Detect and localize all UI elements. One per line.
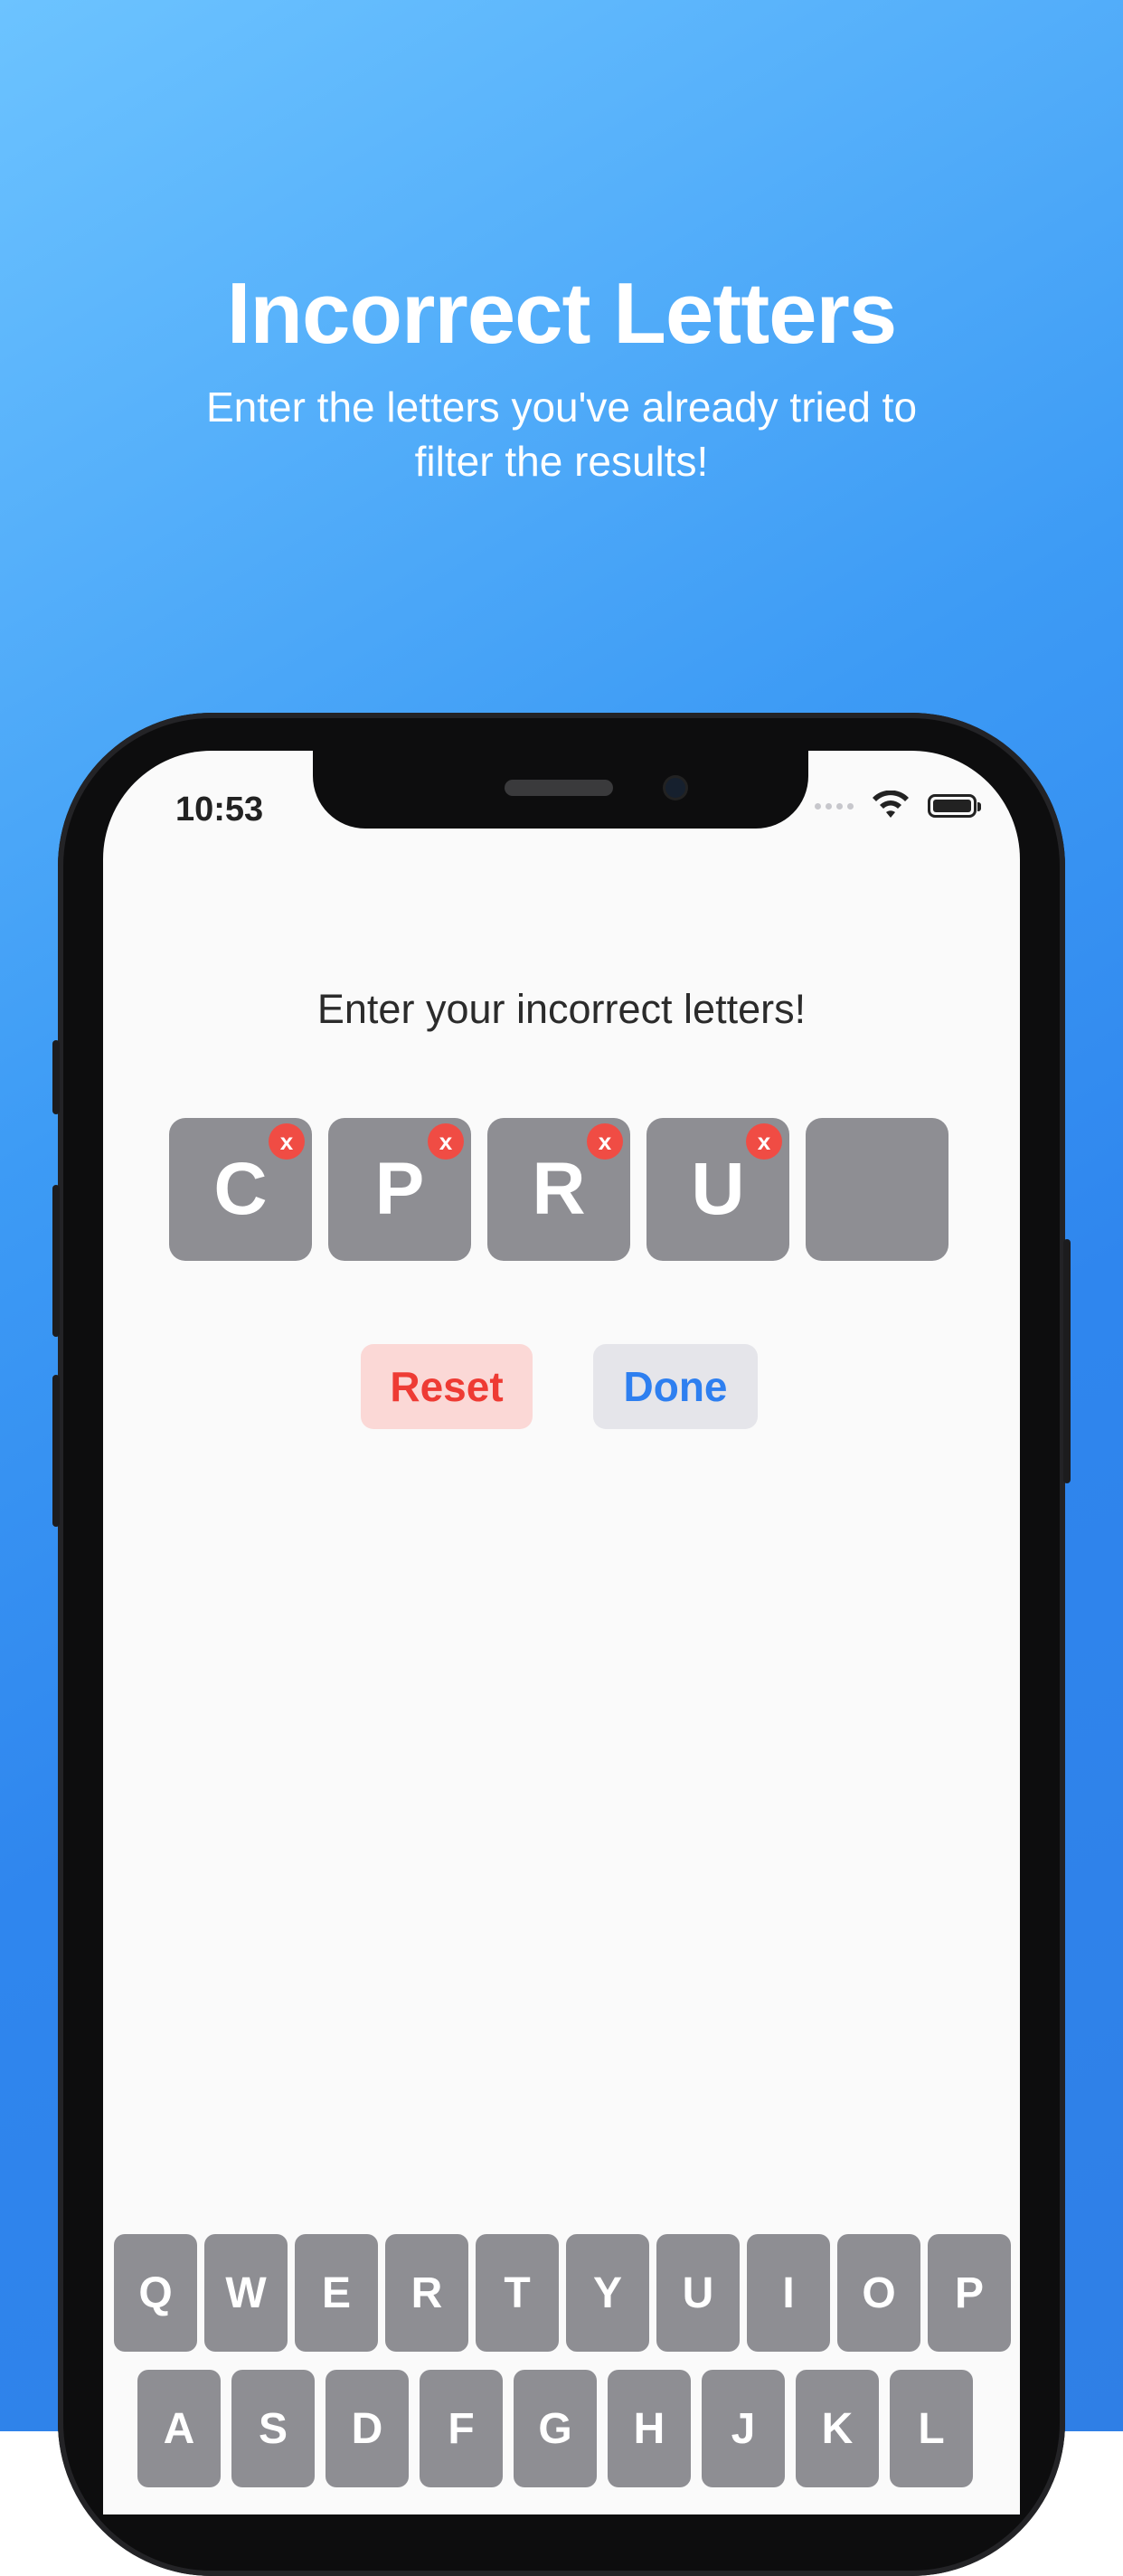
key-u[interactable]: U [656, 2234, 740, 2352]
phone-screen: 10:53 Enter your incorrect letters! C x … [103, 751, 1020, 2514]
letter-tile[interactable]: P x [328, 1118, 471, 1261]
keyboard-row-1: Q W E R T Y U I O P [114, 2234, 1011, 2352]
key-l[interactable]: L [890, 2370, 973, 2487]
battery-icon [928, 794, 981, 818]
key-f[interactable]: F [420, 2370, 503, 2487]
reset-button[interactable]: Reset [361, 1344, 533, 1429]
phone-volume-up [52, 1185, 60, 1337]
status-icons [815, 791, 981, 821]
letter-tile[interactable]: C x [169, 1118, 312, 1261]
status-time: 10:53 [175, 791, 264, 829]
key-q[interactable]: Q [114, 2234, 197, 2352]
done-button[interactable]: Done [593, 1344, 758, 1429]
remove-letter-icon[interactable]: x [746, 1123, 782, 1160]
letter-tile[interactable]: R x [487, 1118, 630, 1261]
promo-title: Incorrect Letters [226, 265, 898, 362]
letter-tile-empty[interactable] [806, 1118, 948, 1261]
tile-letter: P [374, 1148, 425, 1230]
key-a[interactable]: A [137, 2370, 221, 2487]
remove-letter-icon[interactable]: x [428, 1123, 464, 1160]
remove-letter-icon[interactable]: x [269, 1123, 305, 1160]
keyboard-row-2: A S D F G H J K L [137, 2370, 973, 2487]
phone-silent-switch [52, 1040, 60, 1114]
key-t[interactable]: T [476, 2234, 559, 2352]
key-s[interactable]: S [231, 2370, 315, 2487]
remove-letter-icon[interactable]: x [587, 1123, 623, 1160]
key-h[interactable]: H [608, 2370, 691, 2487]
phone-power-button [1063, 1239, 1071, 1483]
phone-volume-down [52, 1375, 60, 1527]
letter-tile[interactable]: U x [646, 1118, 789, 1261]
key-r[interactable]: R [385, 2234, 468, 2352]
tile-letter: C [213, 1148, 268, 1230]
notch [313, 751, 808, 829]
key-e[interactable]: E [295, 2234, 378, 2352]
speaker-grille [505, 780, 613, 796]
key-g[interactable]: G [514, 2370, 597, 2487]
key-w[interactable]: W [204, 2234, 288, 2352]
key-j[interactable]: J [702, 2370, 785, 2487]
front-camera [665, 778, 685, 798]
key-y[interactable]: Y [566, 2234, 649, 2352]
wifi-icon [873, 791, 909, 818]
letter-tiles: C x P x R x U x [169, 1118, 948, 1261]
tile-letter: U [691, 1148, 745, 1230]
key-d[interactable]: D [326, 2370, 409, 2487]
tile-letter: R [532, 1148, 586, 1230]
key-k[interactable]: K [796, 2370, 879, 2487]
promo-subtitle: Enter the letters you've already tried t… [205, 384, 918, 485]
key-p[interactable]: P [928, 2234, 1011, 2352]
key-i[interactable]: I [747, 2234, 830, 2352]
signal-icon [815, 802, 854, 810]
instruction-text: Enter your incorrect letters! [316, 986, 807, 1032]
key-o[interactable]: O [837, 2234, 920, 2352]
